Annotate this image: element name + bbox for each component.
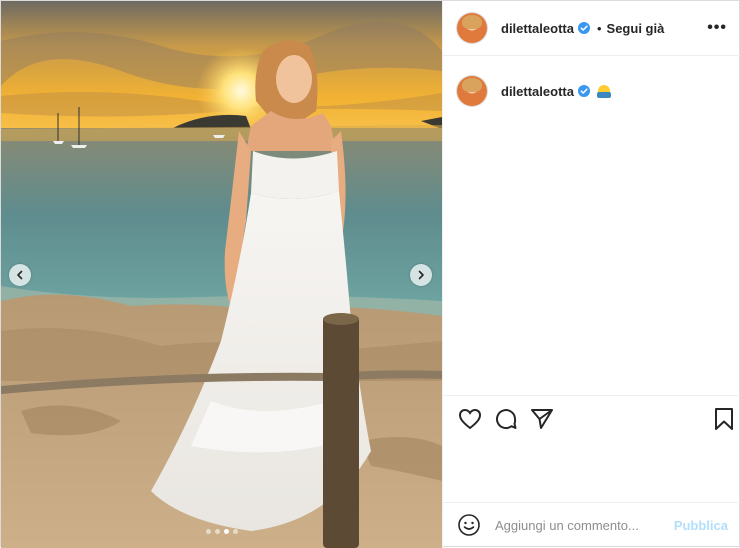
actions-divider xyxy=(443,395,740,396)
paper-plane-icon[interactable] xyxy=(529,406,555,432)
post-header: dilettaleotta • Segui già ••• xyxy=(443,1,740,56)
action-bar xyxy=(443,406,740,432)
carousel-dot xyxy=(232,529,238,534)
more-options-button[interactable]: ••• xyxy=(707,19,727,37)
avatar[interactable] xyxy=(457,13,487,43)
caption: dilettaleotta xyxy=(443,56,740,106)
publish-button[interactable]: Pubblica xyxy=(674,518,728,533)
carousel-dot-active xyxy=(223,529,229,534)
carousel-prev-button[interactable] xyxy=(9,264,31,286)
comment-icon[interactable] xyxy=(493,406,519,432)
chevron-right-icon xyxy=(418,270,424,280)
carousel-next-button[interactable] xyxy=(410,264,432,286)
comment-input[interactable] xyxy=(493,516,674,534)
comment-form: Pubblica xyxy=(443,503,740,547)
carousel-dot xyxy=(205,529,211,534)
verified-badge-icon xyxy=(577,85,590,97)
caption-avatar[interactable] xyxy=(457,76,487,106)
heart-icon[interactable] xyxy=(457,406,483,432)
verified-badge-icon xyxy=(577,22,590,34)
photo-scene-woman-at-sunset xyxy=(1,1,442,548)
carousel-indicator xyxy=(1,529,442,534)
bookmark-icon[interactable] xyxy=(711,406,737,432)
post-photo[interactable] xyxy=(1,1,442,548)
post-sidebar: dilettaleotta • Segui già ••• dilettaleo… xyxy=(442,1,740,548)
smiley-icon[interactable] xyxy=(457,513,481,537)
following-button[interactable]: Segui già xyxy=(607,21,665,36)
author-username[interactable]: dilettaleotta xyxy=(501,21,574,36)
caption-username[interactable]: dilettaleotta xyxy=(501,84,574,99)
post-container: dilettaleotta • Segui già ••• dilettaleo… xyxy=(0,0,740,548)
carousel-dot xyxy=(214,529,220,534)
separator-dot: • xyxy=(596,20,602,36)
chevron-left-icon xyxy=(17,270,23,280)
face-with-hands-emoji-icon xyxy=(596,85,611,98)
